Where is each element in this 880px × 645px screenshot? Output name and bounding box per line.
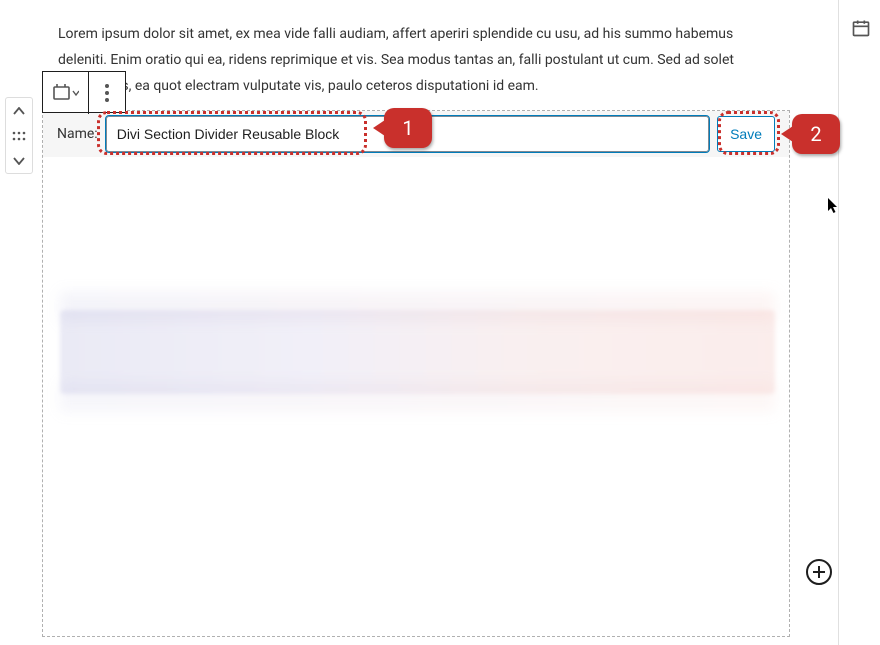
annotation-callout-1: 1 [384, 108, 432, 148]
mouse-cursor-icon [828, 198, 840, 214]
callout-number: 2 [810, 122, 821, 146]
save-button[interactable]: Save [717, 116, 775, 152]
save-button-wrapper: Save [717, 116, 775, 152]
editor-right-sidebar [838, 0, 880, 645]
block-type-dropdown[interactable] [43, 72, 89, 114]
calendar-icon[interactable] [851, 18, 871, 38]
move-down-button[interactable] [6, 148, 32, 173]
block-movers [5, 97, 33, 174]
block-toolbar [42, 71, 126, 113]
move-up-button[interactable] [6, 98, 32, 123]
callout-number: 1 [402, 116, 413, 140]
name-label: Name: [57, 126, 98, 142]
drag-handle-icon[interactable] [6, 123, 32, 148]
add-block-button[interactable] [806, 559, 832, 585]
annotation-callout-2: 2 [792, 114, 840, 154]
more-options-button[interactable] [89, 72, 125, 114]
divider-preview-image [60, 310, 775, 394]
lorem-paragraph: Lorem ipsum dolor sit amet, ex mea vide … [58, 22, 780, 100]
